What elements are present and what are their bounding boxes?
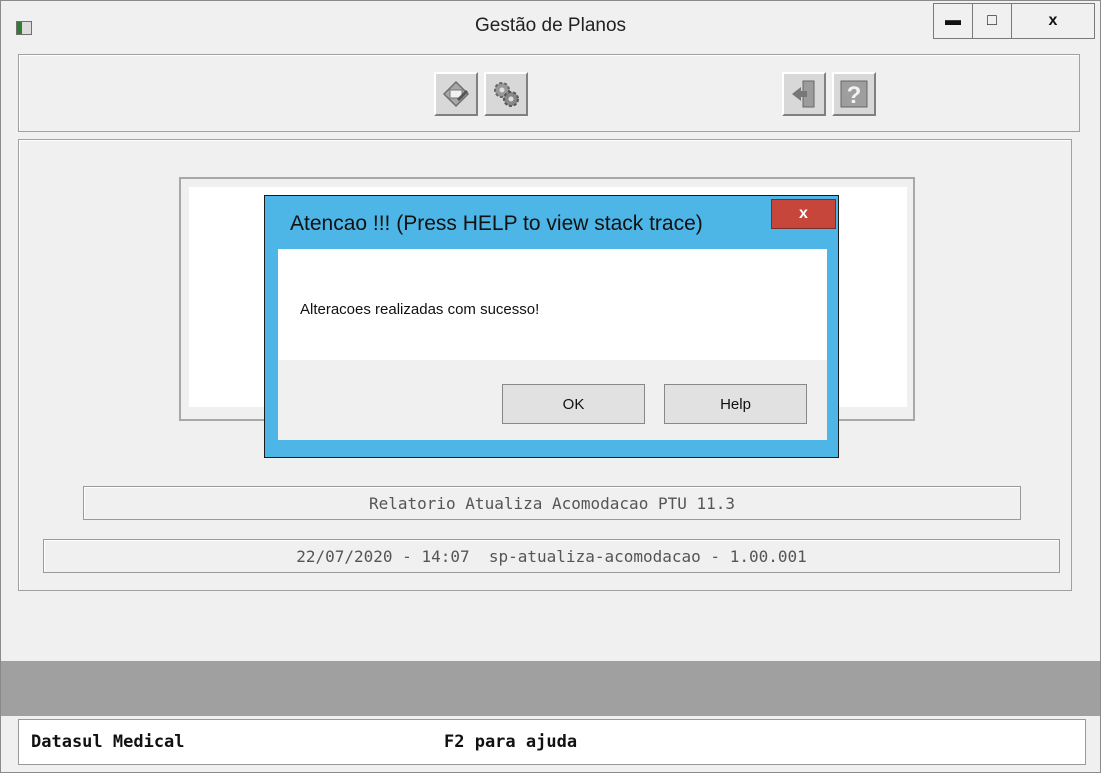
dialog-body: Alteracoes realizadas com sucesso! OK He… [278, 249, 827, 440]
settings-button[interactable] [484, 72, 528, 116]
exit-button[interactable] [782, 72, 826, 116]
alert-dialog: Atencao !!! (Press HELP to view stack tr… [264, 195, 839, 458]
dialog-message: Alteracoes realizadas com sucesso! [300, 301, 540, 318]
dialog-message-area: Alteracoes realizadas com sucesso! [278, 249, 827, 360]
report-title: Relatorio Atualiza Acomodacao PTU 11.3 [83, 486, 1021, 520]
dialog-close-button[interactable]: x [771, 199, 836, 229]
toolbar: ? [18, 54, 1080, 132]
help-icon: ? [840, 80, 868, 109]
status-band [1, 661, 1100, 716]
status-app-name: Datasul Medical [31, 732, 185, 752]
edit-doc-icon [442, 80, 470, 108]
close-button[interactable]: x [1012, 4, 1094, 38]
svg-text:?: ? [847, 82, 862, 109]
title-bar[interactable]: Gestão de Planos ▬ □ x [1, 1, 1100, 53]
program-version: 22/07/2020 - 14:07 sp-atualiza-acomodaca… [43, 539, 1060, 573]
status-bar: Datasul Medical F2 para ajuda [18, 719, 1086, 765]
main-window: Gestão de Planos ▬ □ x ? Relatorio Atual… [0, 0, 1101, 773]
dialog-title: Atencao !!! (Press HELP to view stack tr… [290, 212, 703, 235]
window-controls: ▬ □ x [933, 3, 1095, 39]
status-help-hint: F2 para ajuda [444, 732, 578, 752]
maximize-button[interactable]: □ [973, 4, 1012, 38]
exit-icon [792, 80, 815, 108]
ok-button[interactable]: OK [502, 384, 645, 424]
help-toolbar-button[interactable]: ? [832, 72, 876, 116]
minimize-button[interactable]: ▬ [934, 4, 973, 38]
help-button[interactable]: Help [664, 384, 807, 424]
settings-icon [494, 82, 519, 107]
edit-doc-button[interactable] [434, 72, 478, 116]
